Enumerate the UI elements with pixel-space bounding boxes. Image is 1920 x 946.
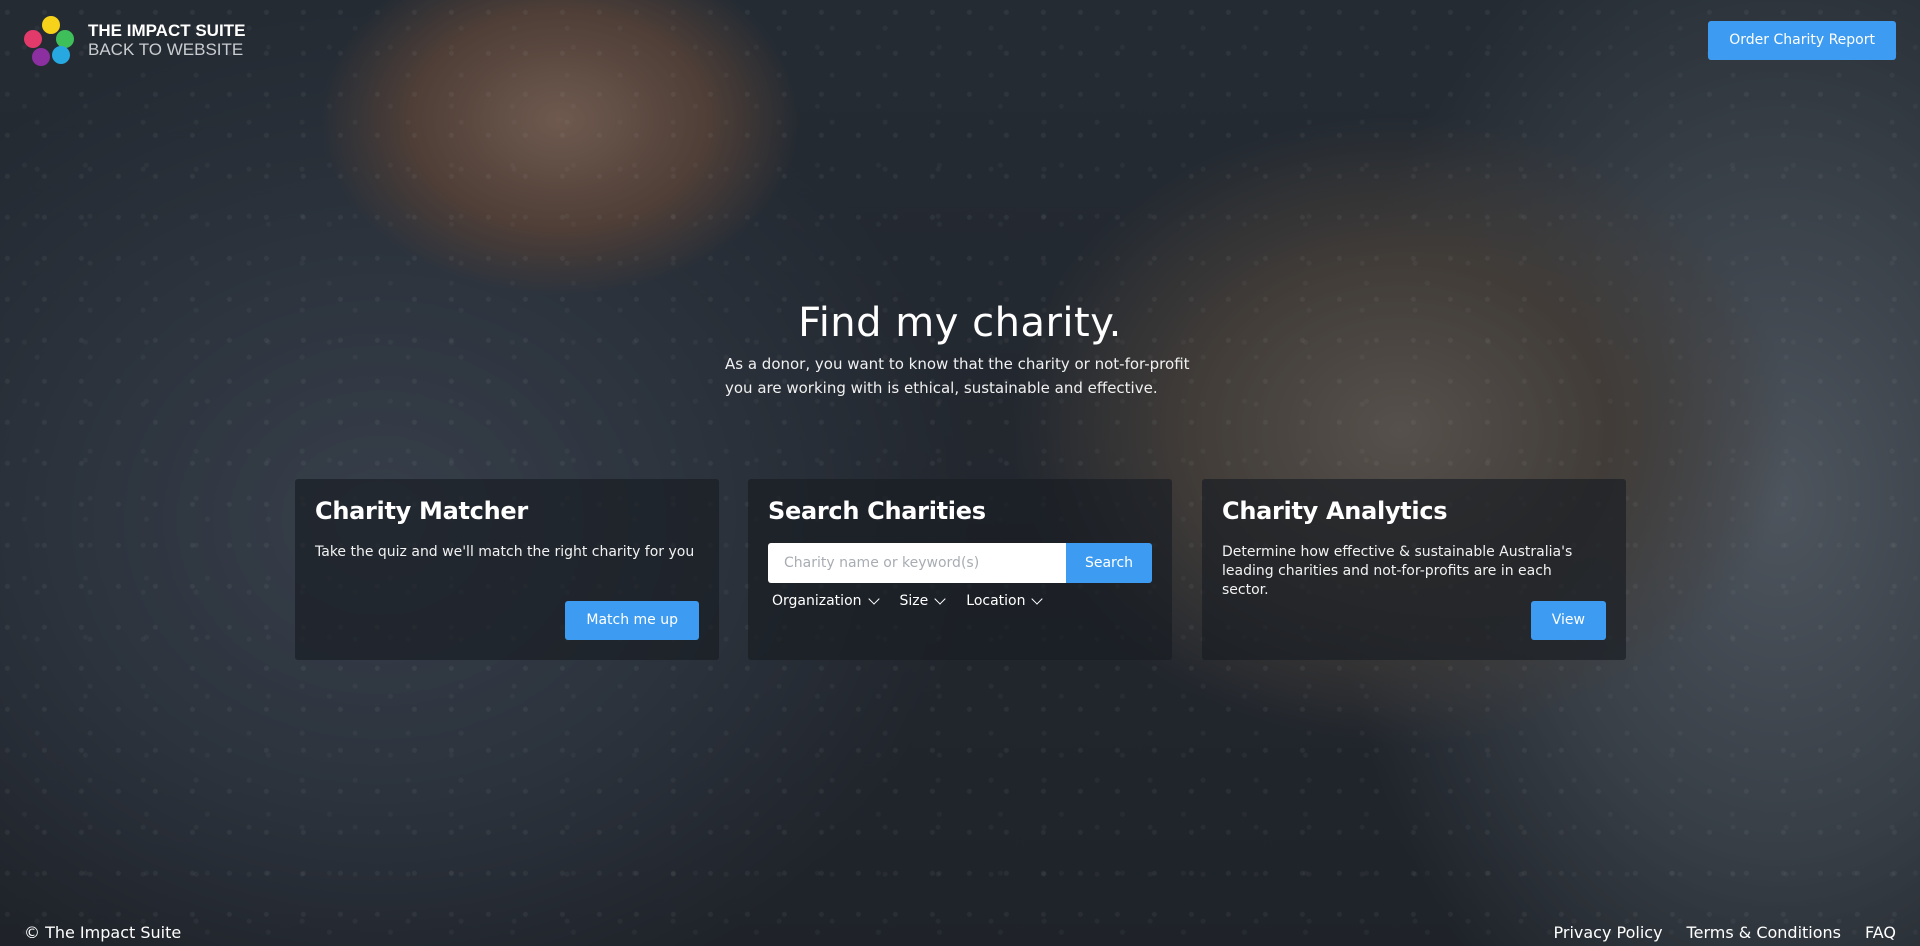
background-photo: [0, 0, 1920, 946]
search-charities-card: Search Charities Search Organization Siz…: [748, 479, 1172, 660]
back-to-website-link[interactable]: BACK TO WEBSITE: [88, 40, 245, 59]
charity-matcher-card: Charity Matcher Take the quiz and we'll …: [295, 479, 719, 660]
card-description: Determine how effective & sustainable Au…: [1222, 544, 1573, 598]
filter-label: Size: [899, 593, 929, 609]
order-charity-report-button[interactable]: Order Charity Report: [1708, 21, 1896, 60]
chevron-down-icon: [867, 593, 880, 605]
filter-label: Location: [966, 593, 1026, 609]
filter-organization-dropdown[interactable]: Organization: [772, 593, 880, 609]
faq-link[interactable]: FAQ: [1865, 923, 1896, 942]
view-button[interactable]: View: [1530, 601, 1606, 640]
copyright: © The Impact Suite: [24, 923, 182, 942]
footer-links: Privacy Policy Terms & Conditions FAQ: [1554, 923, 1897, 942]
hero: Find my charity. As a donor, you want to…: [0, 300, 1920, 400]
match-me-up-button[interactable]: Match me up: [565, 601, 699, 640]
brand-logo[interactable]: THE IMPACT SUITE BACK TO WEBSITE: [24, 14, 245, 66]
charity-analytics-card: Charity Analytics Determine how effectiv…: [1202, 479, 1626, 660]
hero-subtitle: As a donor, you want to know that the ch…: [725, 355, 1190, 397]
card-title: Charity Matcher: [315, 497, 528, 525]
privacy-policy-link[interactable]: Privacy Policy: [1554, 923, 1663, 942]
search-button[interactable]: Search: [1066, 543, 1152, 583]
card-title: Charity Analytics: [1222, 497, 1448, 525]
chevron-down-icon: [1031, 593, 1044, 605]
card-title: Search Charities: [768, 497, 986, 525]
filter-location-dropdown[interactable]: Location: [966, 593, 1044, 609]
brand-title: THE IMPACT SUITE: [88, 21, 246, 40]
logo-flower-icon: [24, 14, 76, 66]
search-input[interactable]: [768, 543, 1066, 583]
chevron-down-icon: [934, 593, 946, 605]
page-title: Find my charity.: [798, 300, 1122, 346]
filter-label: Organization: [772, 593, 862, 609]
filter-size-dropdown[interactable]: Size: [899, 593, 946, 609]
terms-conditions-link[interactable]: Terms & Conditions: [1687, 923, 1841, 942]
card-description: Take the quiz and we'll match the right …: [315, 544, 695, 560]
